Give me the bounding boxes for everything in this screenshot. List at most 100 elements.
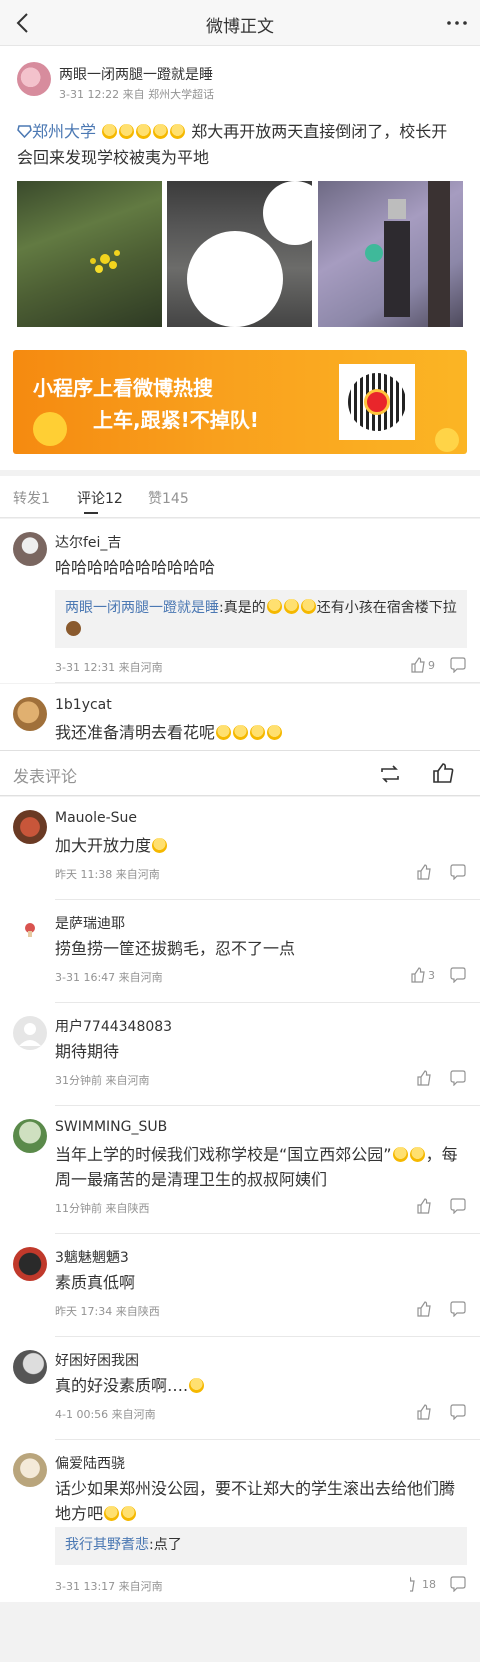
comment-username[interactable]: 好困好困我困	[55, 1350, 139, 1370]
comment-text: 我还准备清明去看花呢	[55, 720, 465, 745]
comment-input[interactable]: 发表评论	[13, 763, 77, 787]
avatar[interactable]	[13, 697, 47, 731]
comment-composer: 发表评论	[0, 750, 480, 796]
emoji-icon	[153, 124, 169, 139]
avatar[interactable]	[13, 1453, 47, 1487]
topic-link[interactable]: 郑州大学	[17, 122, 96, 141]
post-text: 郑州大学 郑大再开放两天直接倒闭了，校长开会回来发现学校被夷为平地	[17, 119, 463, 171]
comment-time: 31分钟前 来自河南	[55, 1074, 150, 1087]
comment-time: 11分钟前 来自陕西	[55, 1202, 150, 1215]
comment-username[interactable]: 达尔fei_吉	[55, 532, 121, 552]
top-bar: 微博正文	[0, 0, 480, 46]
emoji-icon	[121, 1506, 137, 1521]
comment-text: 话少如果郑州没公园，要不让郑大的学生滚出去给他们腾地方吧	[55, 1479, 456, 1523]
comment-username[interactable]: 1b1ycat	[55, 697, 112, 713]
comment-bubble-icon[interactable]	[450, 1301, 466, 1317]
avatar[interactable]	[13, 810, 47, 844]
emoji-icon	[102, 124, 118, 139]
reply-box[interactable]: 我行其野耆悲:点了	[55, 1527, 467, 1565]
like-icon[interactable]	[432, 762, 454, 784]
flower-bed-photo	[90, 250, 120, 273]
promo-banner[interactable]: 小程序上看微博热搜 上车,跟紧!不掉队!	[13, 350, 467, 454]
comment-text: 捞鱼捞一筐还拔鹅毛，忍不了一点	[55, 939, 296, 958]
comment-username[interactable]: Mauole-Sue	[55, 810, 137, 826]
comment-time: 3-31 16:47 来自河南	[55, 971, 163, 984]
emoji-icon	[266, 599, 282, 614]
comment-username[interactable]: 用户7744348083	[55, 1016, 172, 1036]
reply-box[interactable]: 两眼一闭两腿一蹬就是睡:真是的 还有小孩在宿舍楼下拉	[55, 590, 467, 648]
comment-item: 是萨瑞迪耶 捞鱼捞一筐还拔鹅毛，忍不了一点 3-31 16:47 来自河南 3	[0, 900, 480, 1003]
emoji-icon	[233, 725, 249, 740]
repost-icon[interactable]	[378, 763, 402, 785]
emoji-icon	[152, 838, 168, 853]
avatar[interactable]	[13, 913, 47, 947]
avatar[interactable]	[13, 1247, 47, 1281]
tab-comment[interactable]: 评论12	[77, 488, 123, 508]
like-icon[interactable]	[410, 1301, 440, 1317]
like-icon[interactable]	[410, 657, 440, 673]
emoji-icon	[267, 725, 283, 740]
reply-text: :点了	[149, 1537, 182, 1553]
comment-item: SWIMMING_SUB 当年上学的时候我们戏称学校是“国立西郊公园” ，每周一最…	[0, 1106, 480, 1234]
avatar[interactable]	[13, 1119, 47, 1153]
reply-username[interactable]: 两眼一闭两腿一蹬就是睡	[65, 600, 219, 616]
comment-bubble-icon[interactable]	[450, 1576, 466, 1592]
comment-bubble-icon[interactable]	[450, 967, 466, 983]
poop-emoji-icon	[66, 621, 81, 636]
emoji-icon	[392, 1147, 408, 1162]
like-icon[interactable]	[410, 864, 440, 880]
avatar[interactable]	[13, 532, 47, 566]
banner-circle-icon	[435, 428, 459, 452]
comment-bubble-icon[interactable]	[450, 1070, 466, 1086]
banner-circle-icon	[33, 412, 67, 446]
avatar[interactable]	[13, 1016, 47, 1050]
page-title: 微博正文	[206, 17, 274, 37]
tab-like[interactable]: 赞145	[148, 488, 189, 508]
emoji-icon	[104, 1506, 120, 1521]
comment-time: 昨天 17:34 来自陕西	[55, 1305, 160, 1318]
comment-text: 当年上学的时候我们戏称学校是“国立西郊公园” ，每周一最痛苦的是清理卫生的叔叔阿姨…	[55, 1145, 458, 1189]
comment-bubble-icon[interactable]	[450, 1198, 466, 1214]
comment-username[interactable]: 偏爱陆西骁	[55, 1453, 125, 1473]
like-icon[interactable]	[410, 1070, 440, 1086]
comment-time: 4-1 00:56 来自河南	[55, 1408, 156, 1421]
tab-repost[interactable]: 转发1	[13, 488, 50, 508]
comment-bubble-icon[interactable]	[450, 1404, 466, 1420]
post-image[interactable]	[318, 181, 463, 327]
comment-username[interactable]: 是萨瑞迪耶	[55, 913, 125, 933]
emoji-icon	[189, 1378, 205, 1393]
emoji-icon	[409, 1147, 425, 1162]
post-image[interactable]	[167, 181, 312, 327]
post-username[interactable]: 两眼一闭两腿一蹬就是睡	[59, 64, 213, 84]
post-meta: 3-31 12:22 来自 郑州大学超话	[59, 88, 215, 101]
tab-indicator	[84, 512, 98, 514]
comment-time: 昨天 11:38 来自河南	[55, 868, 160, 881]
comment-text: 素质真低啊	[55, 1273, 136, 1292]
post-image[interactable]	[17, 181, 162, 327]
like-icon[interactable]	[410, 1198, 440, 1214]
divider	[55, 682, 480, 683]
avatar[interactable]	[13, 1350, 47, 1384]
emoji-icon	[136, 124, 152, 139]
reply-text: :真是的	[219, 600, 266, 616]
like-count: 18	[422, 1578, 436, 1591]
comment-item: Mauole-Sue 加大开放力度 昨天 11:38 来自河南	[0, 797, 480, 900]
emoji-icon	[300, 599, 316, 614]
comment-item: 3魑魅魍魉3 素质真低啊 昨天 17:34 来自陕西	[0, 1234, 480, 1337]
comment-username[interactable]: SWIMMING_SUB	[55, 1119, 167, 1135]
avatar[interactable]	[17, 62, 51, 96]
like-icon[interactable]	[410, 1404, 440, 1420]
comment-bubble-icon[interactable]	[450, 657, 466, 673]
banner-line2: 上车,跟紧!不掉队!	[93, 408, 259, 432]
comment-time: 3-31 13:17 来自河南	[55, 1580, 163, 1593]
more-icon[interactable]	[444, 11, 470, 35]
comment-bubble-icon[interactable]	[450, 864, 466, 880]
reply-username[interactable]: 我行其野耆悲	[65, 1537, 149, 1553]
comment-username[interactable]: 3魑魅魍魉3	[55, 1247, 129, 1267]
comment-text: 真的好没素质啊….	[55, 1373, 465, 1398]
like-icon[interactable]	[410, 967, 440, 983]
comment-item: 1b1ycat 我还准备清明去看花呢	[0, 684, 480, 752]
banner-line1: 小程序上看微博热搜	[33, 376, 213, 400]
comment-time: 3-31 12:31 来自河南	[55, 661, 163, 674]
reply-text-2: 还有小孩在宿舍楼下拉	[316, 600, 457, 616]
